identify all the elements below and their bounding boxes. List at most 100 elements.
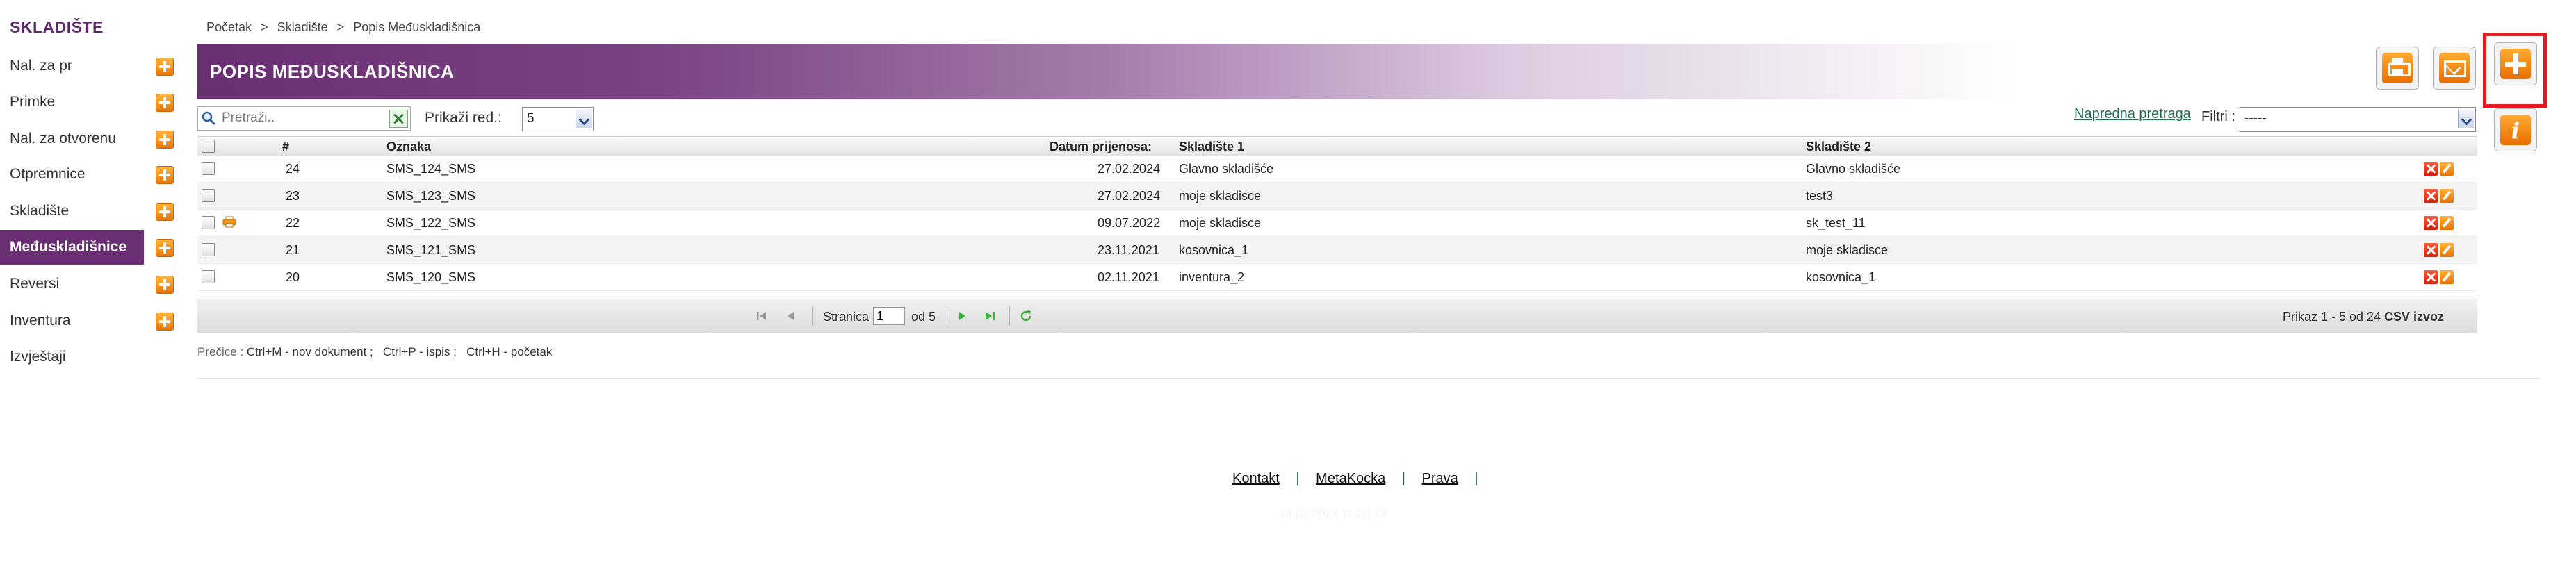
delete-icon[interactable] [2424, 216, 2438, 230]
search-input[interactable] [222, 109, 375, 126]
next-page-icon[interactable] [955, 309, 969, 323]
delete-icon[interactable] [2424, 189, 2438, 203]
add-icon[interactable] [156, 58, 174, 76]
sidebar-item-nal-za-otvorenu[interactable]: Nal. za otvorenu [0, 122, 181, 156]
info-button[interactable]: i [2494, 108, 2537, 151]
sidebar-item-izvjestaji[interactable]: Izvještaji [0, 340, 181, 374]
row-skladiste-1: moje skladisce [1179, 216, 1262, 230]
csv-export-button[interactable]: CSV izvoz [2384, 310, 2444, 324]
sidebar-item-skladiste[interactable]: Skladište [0, 194, 181, 229]
table-row[interactable]: 21 SMS_121_SMS 23.11.2021 kosovnica_1 mo… [197, 237, 2477, 264]
print-button[interactable] [2376, 47, 2419, 90]
delete-icon[interactable] [2424, 243, 2438, 257]
previous-page-icon[interactable] [784, 309, 798, 323]
row-checkbox[interactable] [202, 270, 215, 283]
row-skladiste-1: kosovnica_1 [1179, 243, 1249, 257]
table-row[interactable]: 22 SMS_122_SMS 09.07.2022 moje skladisce… [197, 210, 2477, 237]
search-icon[interactable] [201, 110, 216, 126]
sidebar-item-label[interactable]: Međuskladišnice [10, 239, 127, 256]
row-checkbox[interactable] [202, 162, 215, 175]
edit-icon[interactable] [2440, 162, 2454, 176]
edit-icon[interactable] [2440, 243, 2454, 257]
add-icon[interactable] [156, 313, 174, 331]
shortcuts-label: Prečice : [197, 345, 244, 358]
sidebar: SKLADIŠTE Nal. za pr Primke Nal. za otvo… [0, 0, 181, 573]
sidebar-item-reversi[interactable]: Reversi [0, 267, 181, 301]
select-all-checkbox[interactable] [202, 140, 215, 153]
footer: Kontakt | MetaKocka | Prava | [1232, 471, 1491, 487]
breadcrumb-home[interactable]: Početak [206, 20, 252, 34]
footer-link-prava[interactable]: Prava [1422, 471, 1458, 486]
sidebar-item-label[interactable]: Izvještaji [10, 349, 66, 365]
breadcrumb-skladiste[interactable]: Skladište [277, 20, 328, 34]
row-checkbox[interactable] [202, 243, 215, 256]
row-checkbox[interactable] [202, 216, 215, 229]
sidebar-item-nal-za-pr[interactable]: Nal. za pr [0, 49, 181, 83]
row-datum: 27.02.2024 [1098, 162, 1161, 176]
column-header-skladiste-2[interactable]: Skladište 2 [1806, 140, 1871, 154]
sidebar-item-otpremnice[interactable]: Otpremnice [0, 157, 181, 192]
row-number: 24 [286, 162, 300, 176]
edit-icon[interactable] [2440, 216, 2454, 230]
add-icon[interactable] [156, 131, 174, 149]
sidebar-item-inventura[interactable]: Inventura [0, 304, 181, 338]
row-skladiste-2: sk_test_11 [1806, 216, 1866, 230]
chevron-down-icon[interactable] [576, 109, 592, 128]
add-icon[interactable] [156, 166, 174, 184]
sidebar-item-meduskladisnice[interactable]: Međuskladišnice [0, 230, 181, 265]
filter-select[interactable]: ----- [2240, 107, 2476, 132]
sidebar-item-label[interactable]: Reversi [10, 276, 59, 292]
sidebar-item-label[interactable]: Skladište [10, 203, 69, 219]
data-grid: # Oznaka Datum prijenosa: Skladište 1 Sk… [197, 136, 2477, 333]
row-datum: 02.11.2021 [1098, 270, 1159, 284]
pager: Stranica od 5 Prikaz 1 - 5 od 24 CSV izv… [197, 299, 2477, 333]
email-button[interactable] [2433, 47, 2476, 90]
page-number-input[interactable] [873, 307, 905, 325]
last-page-icon[interactable] [983, 309, 997, 323]
chevron-down-icon[interactable] [2458, 109, 2474, 128]
rows-per-page-select[interactable]: 5 [522, 107, 594, 131]
add-icon[interactable] [156, 276, 174, 294]
delete-icon[interactable] [2424, 270, 2438, 284]
add-icon[interactable] [156, 203, 174, 221]
sidebar-item-label[interactable]: Otpremnice [10, 166, 85, 183]
table-row[interactable]: 24 SMS_124_SMS 27.02.2024 Glavno skladiš… [197, 156, 2477, 183]
shortcut-print: Ctrl+P - ispis ; [382, 345, 457, 358]
table-header: # Oznaka Datum prijenosa: Skladište 1 Sk… [197, 136, 2477, 156]
row-oznaka: SMS_120_SMS [386, 270, 476, 284]
footer-separator: | [1296, 471, 1300, 486]
row-skladiste-1: inventura_2 [1179, 270, 1245, 284]
footer-link-kontakt[interactable]: Kontakt [1232, 471, 1280, 486]
column-header-skladiste-1[interactable]: Skladište 1 [1179, 140, 1244, 154]
first-page-icon[interactable] [755, 309, 769, 323]
advanced-search-link[interactable]: Napredna pretraga [2074, 106, 2191, 122]
refresh-icon[interactable] [1019, 309, 1033, 323]
row-datum: 09.07.2022 [1098, 216, 1161, 230]
row-number: 20 [286, 270, 300, 284]
filter-value: ----- [2244, 111, 2267, 126]
add-icon[interactable] [156, 94, 174, 112]
table-row[interactable]: 23 SMS_123_SMS 27.02.2024 moje skladisce… [197, 183, 2477, 210]
sidebar-item-label[interactable]: Primke [10, 94, 55, 110]
edit-icon[interactable] [2440, 270, 2454, 284]
row-oznaka: SMS_122_SMS [386, 216, 476, 230]
row-checkbox[interactable] [202, 189, 215, 202]
footer-link-metakocka[interactable]: MetaKocka [1316, 471, 1385, 486]
column-header-datum[interactable]: Datum prijenosa: [1050, 140, 1152, 154]
clear-search-icon[interactable] [389, 110, 408, 128]
sidebar-item-label[interactable]: Inventura [10, 313, 71, 329]
delete-icon[interactable] [2424, 162, 2438, 176]
add-icon[interactable] [156, 239, 174, 257]
row-skladiste-2: moje skladisce [1806, 243, 1889, 257]
sidebar-item-label[interactable]: Nal. za otvorenu [10, 131, 116, 147]
row-skladiste-2: Glavno skladišće [1806, 162, 1901, 176]
column-header-number[interactable]: # [282, 140, 289, 154]
row-oznaka: SMS_124_SMS [386, 162, 476, 176]
printer-icon [2382, 53, 2413, 83]
column-header-oznaka[interactable]: Oznaka [386, 140, 431, 154]
sidebar-item-label[interactable]: Nal. za pr [10, 58, 72, 74]
table-row[interactable]: 20 SMS_120_SMS 02.11.2021 inventura_2 ko… [197, 264, 2477, 291]
edit-icon[interactable] [2440, 189, 2454, 203]
sidebar-item-primke[interactable]: Primke [0, 85, 181, 119]
divider [197, 378, 2540, 379]
